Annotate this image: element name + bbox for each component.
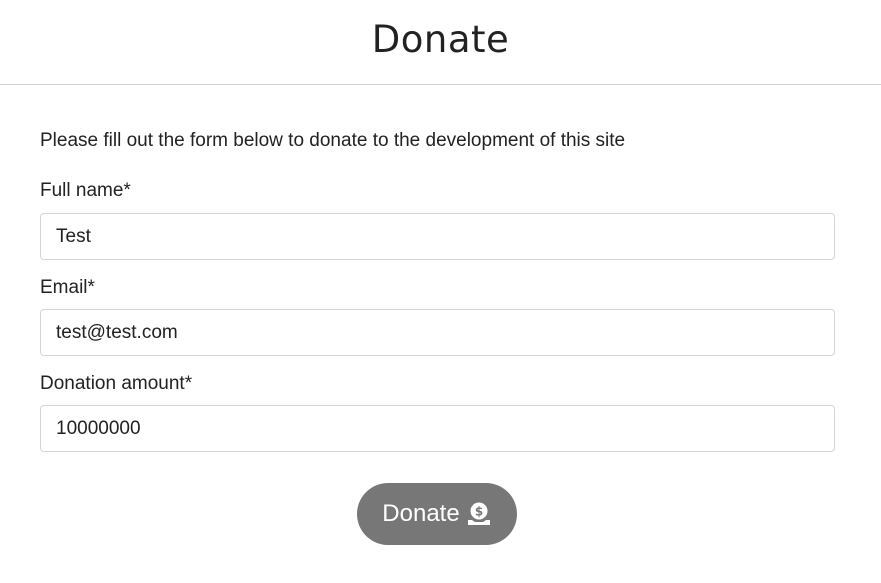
email-label: Email* bbox=[40, 277, 95, 298]
form-intro: Please fill out the form below to donate… bbox=[40, 130, 626, 151]
page-title: Donate bbox=[371, 18, 510, 61]
donation-amount-label: Donation amount* bbox=[40, 373, 193, 394]
donate-button-label: Donate bbox=[382, 500, 460, 527]
hand-holding-dollar-icon: $ bbox=[466, 501, 492, 527]
full-name-input[interactable] bbox=[40, 213, 835, 260]
donation-amount-input[interactable] bbox=[40, 405, 835, 452]
svg-text:$: $ bbox=[475, 505, 483, 519]
donate-button[interactable]: Donate $ bbox=[357, 483, 517, 545]
full-name-label: Full name* bbox=[40, 180, 131, 201]
email-input[interactable] bbox=[40, 309, 835, 356]
page-header: Donate bbox=[0, 0, 881, 85]
